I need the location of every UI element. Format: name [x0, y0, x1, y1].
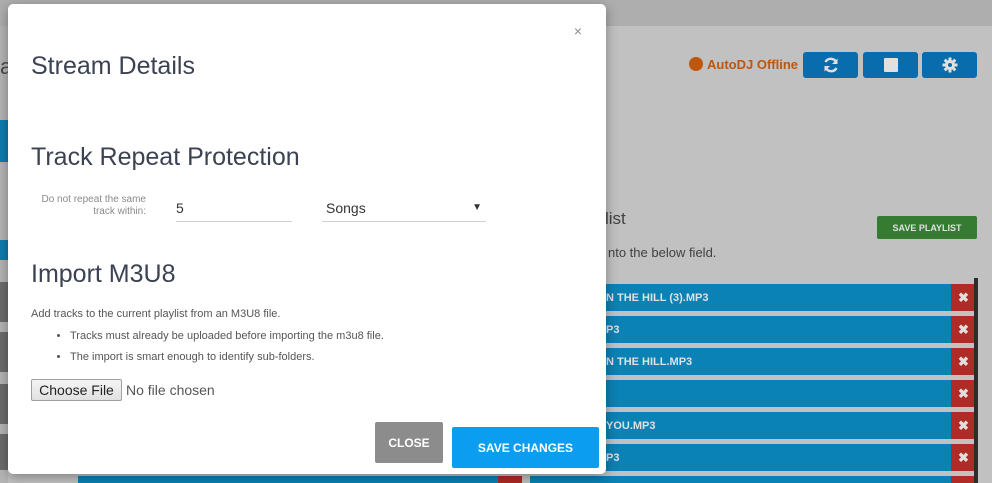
repeat-count-input[interactable]	[176, 194, 292, 222]
list-item: Tracks must already be uploaded before i…	[70, 330, 384, 351]
import-description: Add tracks to the current playlist from …	[31, 308, 281, 320]
file-status: No file chosen	[126, 382, 215, 398]
stream-details-modal: × Stream Details Track Repeat Protection…	[8, 4, 606, 474]
repeat-unit-select[interactable]: Songs ▼	[322, 194, 486, 222]
caret-down-icon: ▼	[472, 202, 482, 213]
import-notes: Tracks must already be uploaded before i…	[70, 330, 384, 372]
repeat-unit-value: Songs	[326, 199, 366, 216]
modal-title: Stream Details	[31, 52, 195, 80]
repeat-field-label: Do not repeat the same track within:	[41, 194, 146, 217]
save-changes-button[interactable]: SAVE CHANGES	[452, 427, 599, 468]
repeat-protection-heading: Track Repeat Protection	[31, 143, 300, 171]
close-button[interactable]: CLOSE	[375, 422, 443, 463]
list-item: The import is smart enough to identify s…	[70, 351, 384, 372]
import-heading: Import M3U8	[31, 260, 176, 288]
close-icon[interactable]: ×	[571, 24, 585, 38]
choose-file-button[interactable]: Choose File	[31, 379, 122, 401]
